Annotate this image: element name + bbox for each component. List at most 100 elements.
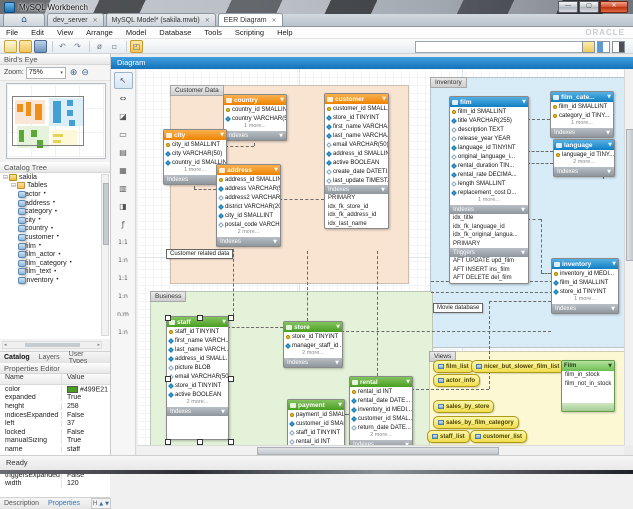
toggle-left-panel-icon[interactable] xyxy=(597,41,610,53)
canvas-vertical-scrollbar[interactable] xyxy=(624,69,633,445)
view-nicer_but_slower_film_list[interactable]: nicer_but_slower_film_list xyxy=(471,360,564,373)
tab-close-icon[interactable]: ✕ xyxy=(93,17,98,24)
zoom-out-icon[interactable]: ⊖ xyxy=(81,68,89,78)
tree-table-city[interactable]: ⊞city• xyxy=(0,216,110,225)
zoom-in-icon[interactable]: ⊕ xyxy=(70,68,78,78)
maximize-button[interactable]: ▢ xyxy=(579,1,599,13)
table-header[interactable]: film_cate...▼ xyxy=(551,92,613,102)
tree-table-address[interactable]: ⊞address• xyxy=(0,199,110,208)
section-indexes[interactable]: Indexes▼ xyxy=(551,128,613,137)
tree-folder-tables[interactable]: ⊟Tables xyxy=(0,182,110,191)
note-movie-database[interactable]: Movie database xyxy=(433,303,483,313)
section-indexes[interactable]: Indexes▼ xyxy=(224,131,286,140)
more-columns-label[interactable]: 2 more... xyxy=(554,159,614,167)
collapse-icon[interactable]: ▼ xyxy=(612,261,616,267)
collapse-icon[interactable]: ▼ xyxy=(606,130,610,136)
more-columns-label[interactable]: 1 more... xyxy=(450,197,528,205)
collapse-icon[interactable]: ▼ xyxy=(222,319,226,325)
find-options-icon[interactable] xyxy=(582,41,595,53)
routine-group-tool[interactable]: ƒ xyxy=(114,216,133,233)
tree-table-customer[interactable]: ⊞customer• xyxy=(0,233,110,242)
table-payment[interactable]: payment▼payment_id SMAL...customer_id SM… xyxy=(287,399,345,445)
table-film-cate-[interactable]: film_cate...▼film_id SMALLINTcategory_id… xyxy=(550,91,614,138)
tree-table-inventory[interactable]: ⊞inventory• xyxy=(0,276,110,285)
collapse-icon[interactable]: ▼ xyxy=(336,324,340,330)
scroll-left-icon[interactable]: ◂ xyxy=(4,342,7,348)
history-up-icon[interactable]: ▲ xyxy=(99,501,103,507)
property-row[interactable]: lockedFalse xyxy=(0,428,110,437)
view-film_list[interactable]: film_list xyxy=(433,360,474,373)
table-store[interactable]: store▼store_id TINYINTmanager_staff_id .… xyxy=(283,321,343,368)
collapse-icon[interactable]: ▼ xyxy=(608,363,612,369)
tab-close-icon[interactable]: ✕ xyxy=(272,17,277,24)
more-columns-label[interactable]: 1 more... xyxy=(224,123,286,131)
image-tool[interactable]: ▦ xyxy=(114,162,133,179)
open-model-icon[interactable] xyxy=(19,40,32,53)
collapse-icon[interactable]: ▼ xyxy=(338,402,342,408)
menu-scripting[interactable]: Scripting xyxy=(235,28,264,37)
table-address[interactable]: address▼address_id SMALLINTaddress VARCH… xyxy=(216,164,281,247)
view-sales_by_store[interactable]: sales_by_store xyxy=(433,400,494,413)
section-indexes[interactable]: Indexes▼ xyxy=(450,205,528,214)
collapse-icon[interactable]: ▼ xyxy=(335,360,339,366)
section-indexes[interactable]: Indexes▼ xyxy=(167,407,228,416)
undo-icon[interactable]: ↶ xyxy=(56,40,69,53)
table-inventory[interactable]: inventory▼inventory_id MEDI...film_id SM… xyxy=(551,258,619,314)
menu-view[interactable]: View xyxy=(57,28,73,37)
more-columns-label[interactable]: 2 more... xyxy=(167,399,228,407)
table-country[interactable]: country▼country_id SMALLINTcountry VARCH… xyxy=(223,94,287,141)
collapse-icon[interactable]: ▼ xyxy=(382,96,386,102)
tab-layers[interactable]: Layers xyxy=(39,354,60,361)
section-indexes[interactable]: Indexes▼ xyxy=(325,185,388,194)
table-staff[interactable]: staff▼staff_id TINYINTfirst_name VARCH..… xyxy=(166,316,229,440)
table-header[interactable]: city▼ xyxy=(164,130,226,140)
collapse-icon[interactable]: ▼ xyxy=(381,187,385,193)
property-row[interactable]: height258 xyxy=(0,402,110,411)
tab-catalog[interactable]: Catalog xyxy=(4,354,30,361)
view-actor_info[interactable]: actor_info xyxy=(433,374,480,387)
property-row[interactable]: expandedTrue xyxy=(0,394,110,403)
property-row[interactable]: color#499E21 xyxy=(0,385,110,394)
tree-table-film_text[interactable]: ⊞film_text• xyxy=(0,268,110,277)
tab-description[interactable]: Description xyxy=(4,500,39,507)
close-button[interactable]: ✕ xyxy=(600,1,628,13)
minimize-button[interactable]: — xyxy=(558,1,578,13)
birds-eye-minimap[interactable] xyxy=(6,83,106,159)
table-header[interactable]: inventory▼ xyxy=(552,259,618,269)
collapse-icon[interactable]: ▼ xyxy=(273,239,277,245)
table-customer[interactable]: customer▼customer_id SMALL...store_id TI… xyxy=(324,93,389,229)
table-header[interactable]: customer▼ xyxy=(325,94,388,104)
tab-properties[interactable]: Properties xyxy=(48,500,80,507)
zoom-reset-icon[interactable]: ø xyxy=(93,40,106,53)
selection-handle[interactable] xyxy=(197,439,203,445)
collapse-icon[interactable]: ▼ xyxy=(521,207,525,213)
routine-group-header[interactable]: Film▼ xyxy=(562,361,614,371)
section-indexes[interactable]: Indexes▼ xyxy=(554,167,614,176)
home-tab[interactable]: ⌂ xyxy=(3,13,45,26)
menu-edit[interactable]: Edit xyxy=(31,28,44,37)
table-tool[interactable]: ▥ xyxy=(114,180,133,197)
diagram-canvas[interactable]: Customer DataInventoryBusinessViewscount… xyxy=(137,69,624,445)
new-document-icon[interactable] xyxy=(4,40,17,53)
selection-handle[interactable] xyxy=(165,376,171,382)
redo-icon[interactable]: ↷ xyxy=(71,40,84,53)
selection-handle[interactable] xyxy=(228,376,234,382)
table-rental[interactable]: rental▼rental_id INTrental_date DATE...i… xyxy=(349,376,413,445)
rel-existing-cols-tool[interactable]: 1:n xyxy=(114,324,133,341)
select-tool[interactable]: ↖ xyxy=(114,72,133,89)
menu-tools[interactable]: Tools xyxy=(204,28,222,37)
section-indexes[interactable]: Indexes▼ xyxy=(552,304,618,313)
more-columns-label[interactable]: 2 more... xyxy=(217,229,280,237)
menu-model[interactable]: Model xyxy=(126,28,146,37)
history-down-icon[interactable]: ▼ xyxy=(105,501,109,507)
collapse-icon[interactable]: ▼ xyxy=(608,142,612,148)
selection-handle[interactable] xyxy=(228,315,234,321)
tree-table-film_actor[interactable]: ⊞film_actor• xyxy=(0,250,110,259)
rel-one-one-id-tool[interactable]: 1:1 xyxy=(114,270,133,287)
more-columns-label[interactable]: 1 more... xyxy=(552,296,618,304)
tab-close-icon[interactable]: ✕ xyxy=(205,17,210,24)
table-film[interactable]: film▼film_id SMALLINTtitle VARCHAR(255)d… xyxy=(449,96,529,284)
minimap-viewport[interactable] xyxy=(12,96,84,146)
zoom-select[interactable]: 75% ▾ xyxy=(26,67,66,79)
history-nav[interactable]: H ▲ ▼ xyxy=(91,498,111,509)
